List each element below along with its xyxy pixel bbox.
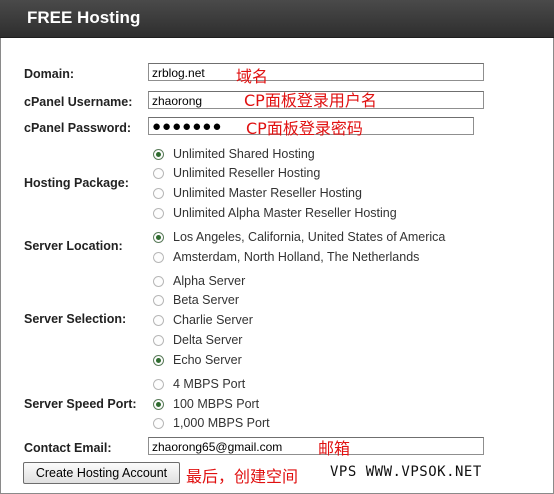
radio-icon[interactable] <box>153 188 164 199</box>
radio-icon[interactable] <box>153 315 164 326</box>
server-location-label: Server Location: <box>24 239 123 253</box>
create-account-button[interactable]: Create Hosting Account <box>23 462 180 484</box>
option-label: Unlimited Alpha Master Reseller Hosting <box>173 206 397 220</box>
domain-input[interactable]: zrblog.net <box>148 63 484 81</box>
radio-icon[interactable] <box>153 252 164 263</box>
domain-value: zrblog.net <box>152 66 205 80</box>
option-label: Charlie Server <box>173 313 253 327</box>
domain-label: Domain: <box>24 67 74 81</box>
option-label: Los Angeles, California, United States o… <box>173 230 446 244</box>
page-title: FREE Hosting <box>27 8 141 27</box>
server-speed-label: Server Speed Port: <box>24 397 137 411</box>
option-label: Echo Server <box>173 353 242 367</box>
option-label: Unlimited Shared Hosting <box>173 147 315 161</box>
submit-note: 最后，创建空间 <box>186 467 299 486</box>
server-selection-label: Server Selection: <box>24 312 127 326</box>
radio-selected-icon[interactable] <box>153 232 164 243</box>
hosting-package-label: Hosting Package: <box>24 176 129 190</box>
radio-selected-icon[interactable] <box>153 399 164 410</box>
username-label: cPanel Username: <box>24 95 133 109</box>
password-label: cPanel Password: <box>24 121 131 135</box>
password-note: CP面板登录密码 <box>246 119 363 138</box>
email-label: Contact Email: <box>24 441 112 455</box>
email-note: 邮箱 <box>318 439 351 458</box>
watermark-text: VPS WWW.VPSOK.NET <box>330 464 482 480</box>
option-label: 4 MBPS Port <box>173 377 246 391</box>
username-value: zhaorong <box>152 94 203 108</box>
option-label: 100 MBPS Port <box>173 397 260 411</box>
option-label: Unlimited Reseller Hosting <box>173 166 321 180</box>
username-note: CP面板登录用户名 <box>244 91 377 110</box>
option-label: Unlimited Master Reseller Hosting <box>173 186 362 200</box>
header-bar: FREE Hosting <box>0 0 554 38</box>
radio-icon[interactable] <box>153 379 164 390</box>
option-label: Delta Server <box>173 333 243 347</box>
email-input[interactable]: zhaorong65@gmail.com <box>148 437 484 455</box>
radio-icon[interactable] <box>153 295 164 306</box>
password-value: ●●●●●●● <box>152 118 223 135</box>
domain-note: 域名 <box>236 67 269 86</box>
radio-icon[interactable] <box>153 276 164 287</box>
option-label: Alpha Server <box>173 274 246 288</box>
option-label: Amsterdam, North Holland, The Netherland… <box>173 250 420 264</box>
radio-icon[interactable] <box>153 168 164 179</box>
radio-icon[interactable] <box>153 208 164 219</box>
radio-icon[interactable] <box>153 418 164 429</box>
radio-selected-icon[interactable] <box>153 149 164 160</box>
option-label: Beta Server <box>173 293 240 307</box>
option-label: 1,000 MBPS Port <box>173 416 270 430</box>
radio-icon[interactable] <box>153 335 164 346</box>
radio-selected-icon[interactable] <box>153 355 164 366</box>
email-value: zhaorong65@gmail.com <box>152 440 283 454</box>
